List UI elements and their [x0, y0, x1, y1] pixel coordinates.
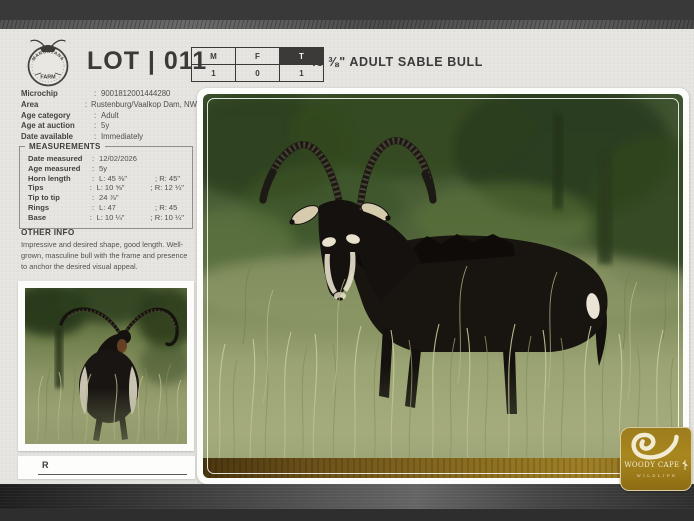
sex-count-male: 1: [192, 65, 236, 82]
other-info-text: Impressive and desired shape, good lengt…: [21, 239, 193, 272]
bottom-leather-band: [0, 484, 694, 509]
measure-row-age-measured: Age measured : 5y: [28, 164, 184, 174]
farm-logo-icon: MARUNYANA FARM: [20, 35, 76, 91]
animal-details: Microchip : 9001812001444280 Area : Rust…: [21, 89, 197, 143]
detail-row-age-category: Age category : Adult: [21, 111, 197, 122]
protea-sprig-icon: [682, 459, 688, 471]
secondary-photo-frame: [18, 281, 194, 451]
main-photo-frame: [197, 88, 689, 484]
sex-col-male: M: [192, 48, 236, 65]
measure-row-date-measured: Date measured : 12/02/2026: [28, 154, 184, 164]
lot-description-title: 45 ⅜" ADULT SABLE BULL: [309, 55, 483, 69]
bottom-black-bar: [0, 509, 694, 521]
measure-row-tips: Tips : L: 10 ⅝" ; R: 12 ¼": [28, 183, 184, 193]
price-blank-line: [38, 474, 187, 475]
lot-number-title: LOT | 011: [87, 47, 207, 76]
brand-subtitle: WILDLIFE: [635, 473, 678, 478]
measure-row-tip-to-tip: Tip to tip : 24 ⅞": [28, 193, 184, 203]
currency-symbol: R: [42, 460, 49, 470]
sex-count-female: 0: [236, 65, 280, 82]
detail-row-age-at-auction: Age at auction : 5y: [21, 121, 197, 132]
main-photo-sable-bull: [203, 94, 683, 478]
top-brushed-metal-band: [0, 20, 694, 29]
gold-brand-band: [203, 458, 683, 478]
other-info-heading: OTHER INFO: [21, 228, 75, 237]
measure-row-rings: Rings : L: 47 ; R: 45: [28, 203, 184, 213]
top-black-bar: [0, 0, 694, 20]
auction-lot-card: MARUNYANA FARM LOT | 011 M F T 1 0 1 45 …: [0, 0, 694, 521]
brand-name: WOODY CAPE: [624, 461, 679, 469]
farm-logo-badge: MARUNYANA FARM: [20, 35, 76, 91]
farm-word-text: FARM: [40, 75, 56, 81]
horn-swoosh-icon: [627, 429, 685, 461]
measurements-heading: MEASUREMENTS: [25, 142, 105, 151]
price-write-in-bar: R: [18, 456, 195, 479]
measurements-panel: MEASUREMENTS Date measured : 12/02/2026 …: [19, 146, 193, 229]
measure-row-horn-length: Horn length : L: 45 ⅜" ; R: 45": [28, 174, 184, 184]
detail-row-microchip: Microchip : 9001812001444280: [21, 89, 197, 100]
measure-row-base: Base : L: 10 ¼" ; R: 10 ¼": [28, 213, 184, 223]
secondary-photo-sable-rear: [25, 288, 187, 444]
sex-count-table: M F T 1 0 1: [191, 47, 324, 82]
woody-cape-logo-tab: WOODY CAPE WILDLIFE: [620, 427, 692, 491]
sex-col-female: F: [236, 48, 280, 65]
detail-row-area: Area : Rustenburg/Vaalkop Dam, NW: [21, 100, 197, 111]
